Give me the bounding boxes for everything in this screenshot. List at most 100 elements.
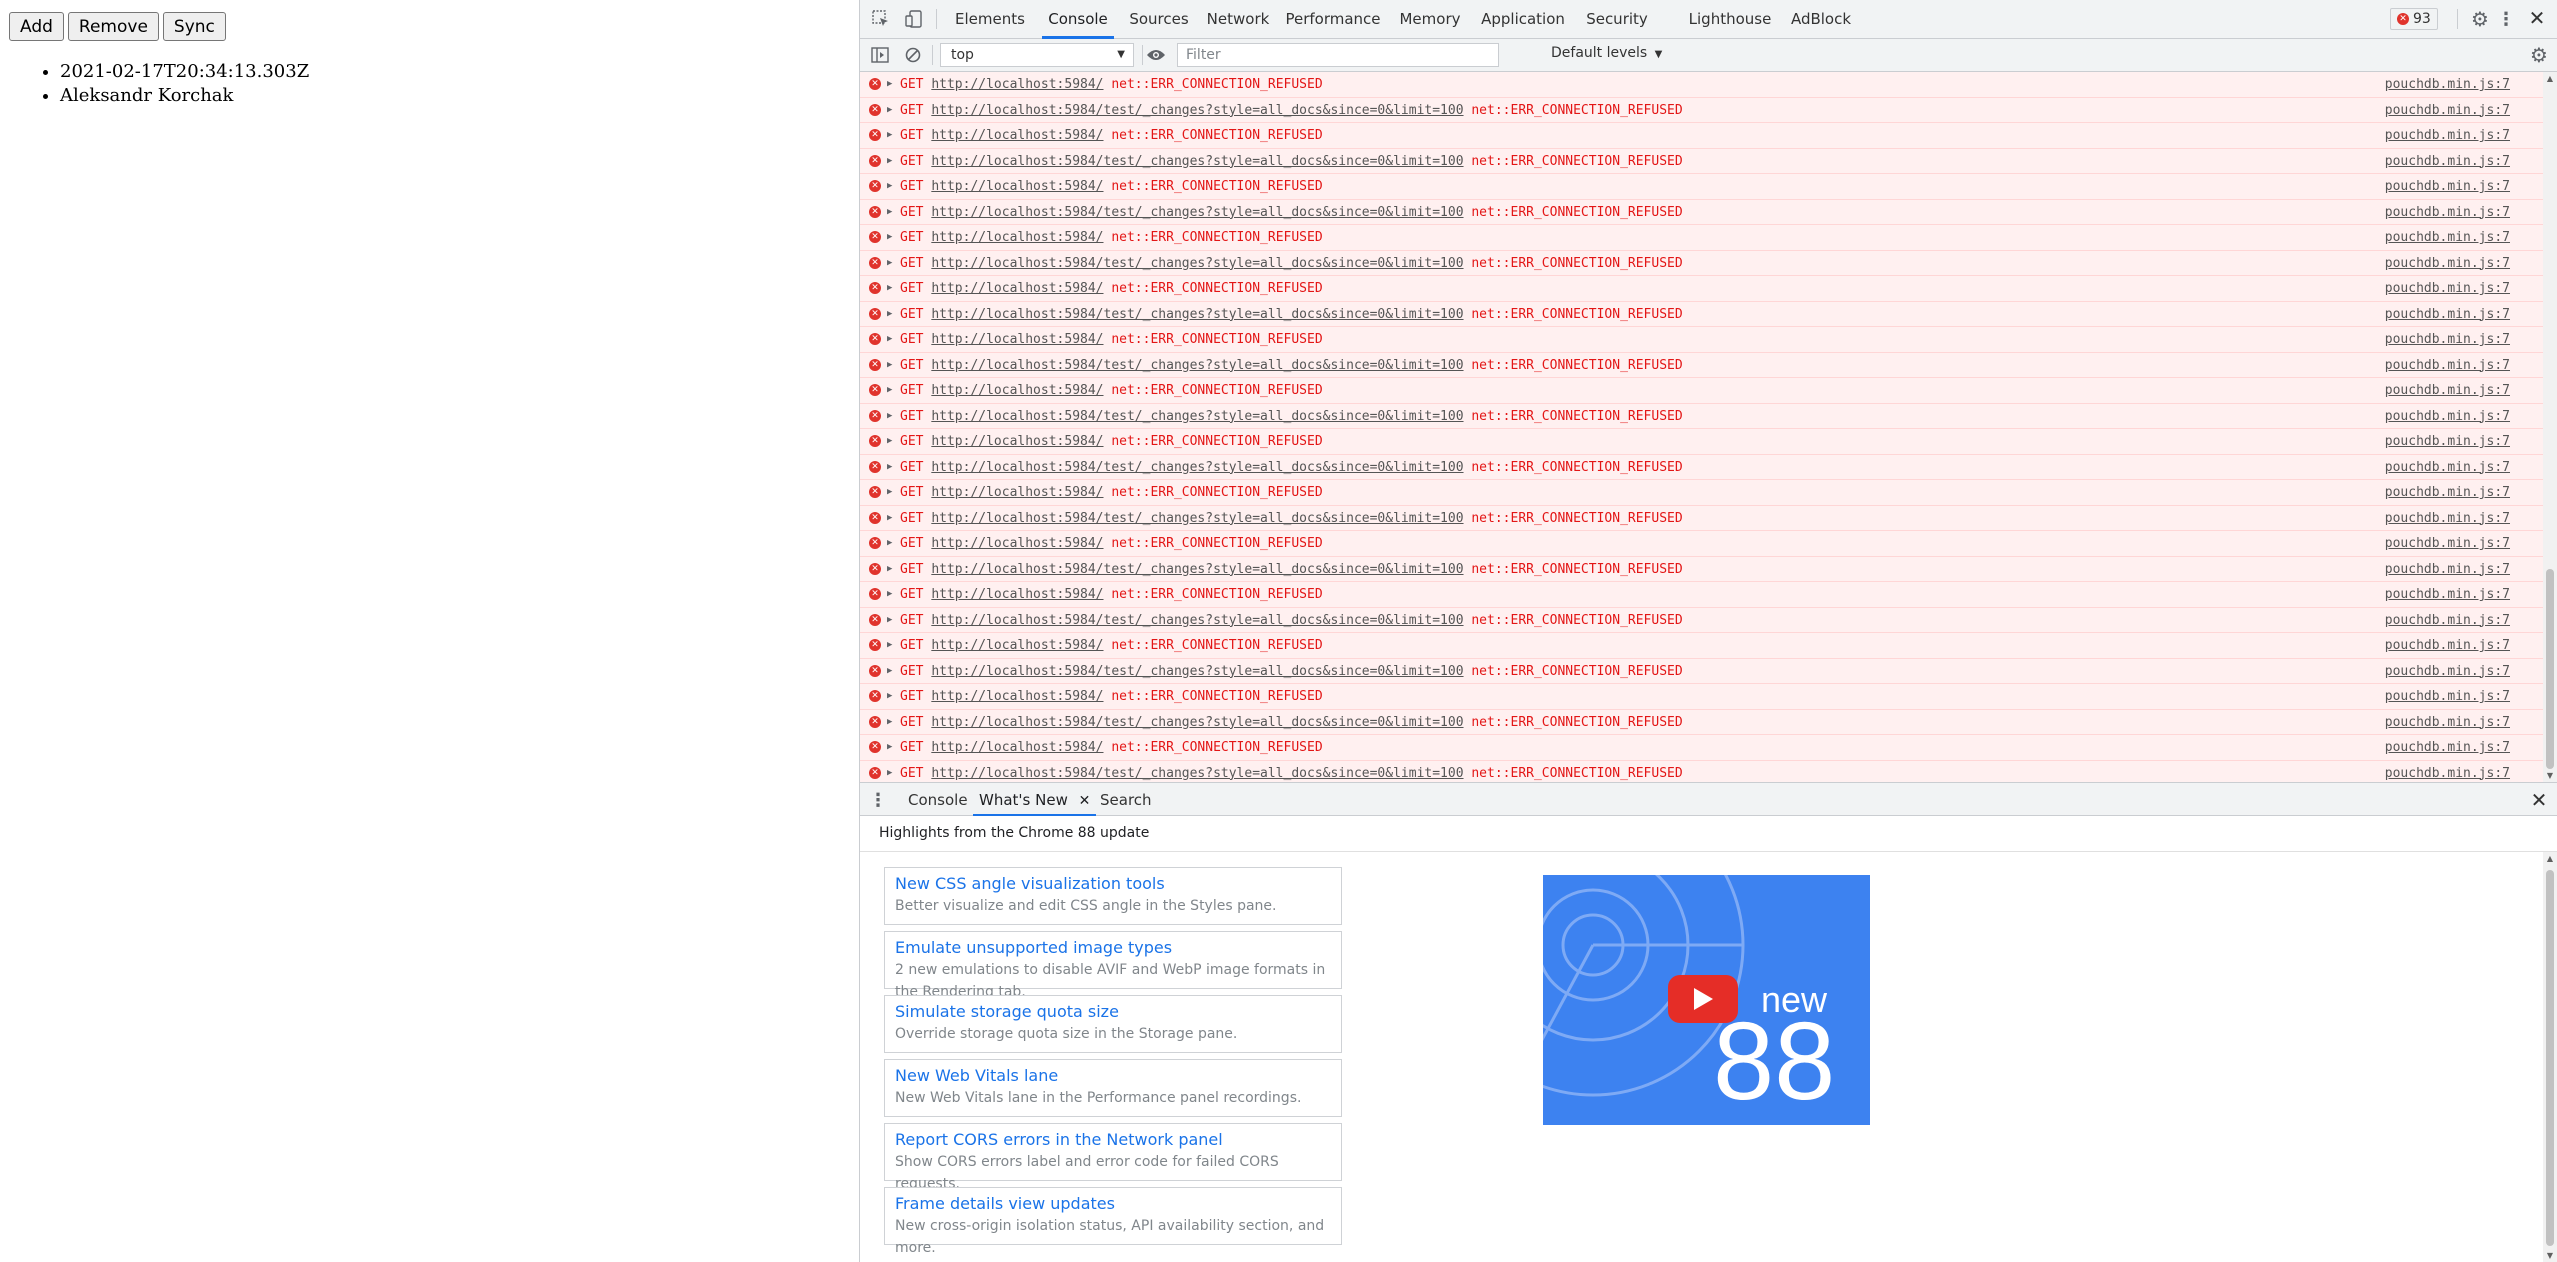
expand-triangle-icon[interactable]: ▶	[887, 761, 892, 783]
tab-sources[interactable]: Sources	[1126, 0, 1192, 39]
close-icon[interactable]: ✕	[1079, 793, 1091, 809]
log-row[interactable]: ✕ ▶ GET http://localhost:5984/ net::ERR_CO…	[860, 225, 2544, 251]
whats-new-item[interactable]: Emulate unsupported image types 2 new em…	[884, 931, 1342, 1000]
log-row[interactable]: ✕ ▶ GET http://localhost:5984/ net::ERR_CO…	[860, 531, 2544, 557]
whats-new-item[interactable]: New Web Vitals lane New Web Vitals lane …	[884, 1059, 1342, 1117]
tab-memory[interactable]: Memory	[1395, 0, 1465, 39]
log-row[interactable]: ✕ ▶ GET http://localhost:5984/test/_change…	[860, 250, 2544, 276]
log-url[interactable]: http://localhost:5984/test/_changes?styl…	[931, 256, 1463, 271]
log-row[interactable]: ✕ ▶ GET http://localhost:5984/ net::ERR_CO…	[860, 276, 2544, 302]
log-row[interactable]: ✕ ▶ GET http://localhost:5984/test/_change…	[860, 97, 2544, 123]
log-source-link[interactable]: pouchdb.min.js:7	[2385, 378, 2510, 403]
sidebar-toggle-icon[interactable]	[870, 45, 890, 65]
log-source-link[interactable]: pouchdb.min.js:7	[2385, 123, 2510, 148]
log-source-link[interactable]: pouchdb.min.js:7	[2385, 608, 2510, 633]
log-url[interactable]: http://localhost:5984/test/_changes?styl…	[931, 205, 1463, 220]
log-url[interactable]: http://localhost:5984/	[931, 332, 1103, 347]
log-url[interactable]: http://localhost:5984/	[931, 128, 1103, 143]
drawer-scrollbar[interactable]: ▲ ▼	[2543, 852, 2557, 1262]
log-row[interactable]: ✕ ▶ GET http://localhost:5984/ net::ERR_CO…	[860, 582, 2544, 608]
tab-application[interactable]: Application	[1477, 0, 1569, 39]
inspect-icon[interactable]	[871, 9, 891, 29]
log-row[interactable]: ✕ ▶ GET http://localhost:5984/ net::ERR_CO…	[860, 174, 2544, 200]
log-url[interactable]: http://localhost:5984/test/_changes?styl…	[931, 154, 1463, 169]
tab-security[interactable]: Security	[1581, 0, 1653, 39]
log-source-link[interactable]: pouchdb.min.js:7	[2385, 429, 2510, 454]
log-row[interactable]: ✕ ▶ GET http://localhost:5984/ net::ERR_CO…	[860, 72, 2544, 98]
whats-new-item-title[interactable]: New CSS angle visualization tools	[895, 873, 1331, 895]
log-url[interactable]: http://localhost:5984/test/_changes?styl…	[931, 715, 1463, 730]
log-levels-dropdown[interactable]: Default levels ▼	[1551, 45, 1662, 61]
error-count-badge[interactable]: ✕ 93	[2390, 8, 2438, 30]
log-url[interactable]: http://localhost:5984/test/_changes?styl…	[931, 511, 1463, 526]
drawer-tab-whats-new[interactable]: What's New ✕	[973, 783, 1097, 817]
log-row[interactable]: ✕ ▶ GET http://localhost:5984/test/_change…	[860, 199, 2544, 225]
log-url[interactable]: http://localhost:5984/test/_changes?styl…	[931, 562, 1463, 577]
whats-new-item-title[interactable]: Report CORS errors in the Network panel	[895, 1129, 1331, 1151]
log-source-link[interactable]: pouchdb.min.js:7	[2385, 251, 2510, 276]
log-row[interactable]: ✕ ▶ GET http://localhost:5984/test/_change…	[860, 658, 2544, 684]
drawer-tab-search[interactable]: Search	[1100, 783, 1152, 817]
scrollbar-thumb[interactable]	[2546, 569, 2554, 769]
drawer-tab-console[interactable]: Console	[908, 783, 968, 817]
log-url[interactable]: http://localhost:5984/	[931, 587, 1103, 602]
context-selector[interactable]: top ▼	[940, 43, 1134, 67]
close-icon[interactable]: ✕	[2526, 6, 2548, 30]
whats-new-item[interactable]: Simulate storage quota size Override sto…	[884, 995, 1342, 1053]
tab-performance[interactable]: Performance	[1283, 0, 1383, 39]
log-source-link[interactable]: pouchdb.min.js:7	[2385, 174, 2510, 199]
log-source-link[interactable]: pouchdb.min.js:7	[2385, 531, 2510, 556]
log-url[interactable]: http://localhost:5984/	[931, 77, 1103, 92]
log-url[interactable]: http://localhost:5984/test/_changes?styl…	[931, 664, 1463, 679]
log-row[interactable]: ✕ ▶ GET http://localhost:5984/test/_change…	[860, 403, 2544, 429]
log-url[interactable]: http://localhost:5984/test/_changes?styl…	[931, 358, 1463, 373]
expand-triangle-icon[interactable]: ▶	[887, 404, 892, 429]
log-url[interactable]: http://localhost:5984/test/_changes?styl…	[931, 409, 1463, 424]
scroll-down-icon[interactable]: ▼	[2543, 771, 2557, 780]
log-url[interactable]: http://localhost:5984/	[931, 383, 1103, 398]
log-source-link[interactable]: pouchdb.min.js:7	[2385, 200, 2510, 225]
expand-triangle-icon[interactable]: ▶	[887, 582, 892, 607]
log-source-link[interactable]: pouchdb.min.js:7	[2385, 633, 2510, 658]
log-source-link[interactable]: pouchdb.min.js:7	[2385, 480, 2510, 505]
close-drawer-icon[interactable]: ✕	[2528, 788, 2550, 812]
log-source-link[interactable]: pouchdb.min.js:7	[2385, 735, 2510, 760]
expand-triangle-icon[interactable]: ▶	[887, 251, 892, 276]
tab-lighthouse[interactable]: Lighthouse	[1687, 0, 1773, 39]
whats-new-item-title[interactable]: Simulate storage quota size	[895, 1001, 1331, 1023]
log-url[interactable]: http://localhost:5984/test/_changes?styl…	[931, 613, 1463, 628]
expand-triangle-icon[interactable]: ▶	[887, 684, 892, 709]
settings-gear-icon[interactable]: ⚙	[2469, 7, 2491, 31]
scroll-down-icon[interactable]: ▼	[2543, 1251, 2557, 1260]
log-url[interactable]: http://localhost:5984/test/_changes?styl…	[931, 460, 1463, 475]
log-source-link[interactable]: pouchdb.min.js:7	[2385, 98, 2510, 123]
expand-triangle-icon[interactable]: ▶	[887, 633, 892, 658]
log-source-link[interactable]: pouchdb.min.js:7	[2385, 302, 2510, 327]
expand-triangle-icon[interactable]: ▶	[887, 506, 892, 531]
log-url[interactable]: http://localhost:5984/	[931, 179, 1103, 194]
expand-triangle-icon[interactable]: ▶	[887, 123, 892, 148]
log-url[interactable]: http://localhost:5984/	[931, 536, 1103, 551]
expand-triangle-icon[interactable]: ▶	[887, 327, 892, 352]
log-url[interactable]: http://localhost:5984/test/_changes?styl…	[931, 307, 1463, 322]
log-source-link[interactable]: pouchdb.min.js:7	[2385, 684, 2510, 709]
log-source-link[interactable]: pouchdb.min.js:7	[2385, 710, 2510, 735]
scrollbar-thumb[interactable]	[2546, 870, 2554, 1246]
expand-triangle-icon[interactable]: ▶	[887, 659, 892, 684]
log-source-link[interactable]: pouchdb.min.js:7	[2385, 353, 2510, 378]
expand-triangle-icon[interactable]: ▶	[887, 149, 892, 174]
expand-triangle-icon[interactable]: ▶	[887, 98, 892, 123]
expand-triangle-icon[interactable]: ▶	[887, 608, 892, 633]
console-scrollbar[interactable]: ▲ ▼	[2543, 72, 2557, 782]
scroll-up-icon[interactable]: ▲	[2543, 74, 2557, 83]
expand-triangle-icon[interactable]: ▶	[887, 200, 892, 225]
whats-new-item-title[interactable]: New Web Vitals lane	[895, 1065, 1331, 1087]
whats-new-item-title[interactable]: Frame details view updates	[895, 1193, 1331, 1215]
expand-triangle-icon[interactable]: ▶	[887, 531, 892, 556]
expand-triangle-icon[interactable]: ▶	[887, 225, 892, 250]
expand-triangle-icon[interactable]: ▶	[887, 353, 892, 378]
log-source-link[interactable]: pouchdb.min.js:7	[2385, 557, 2510, 582]
expand-triangle-icon[interactable]: ▶	[887, 557, 892, 582]
drawer-menu-icon[interactable]: ⋮	[869, 790, 887, 811]
add-button[interactable]: Add	[9, 12, 64, 41]
